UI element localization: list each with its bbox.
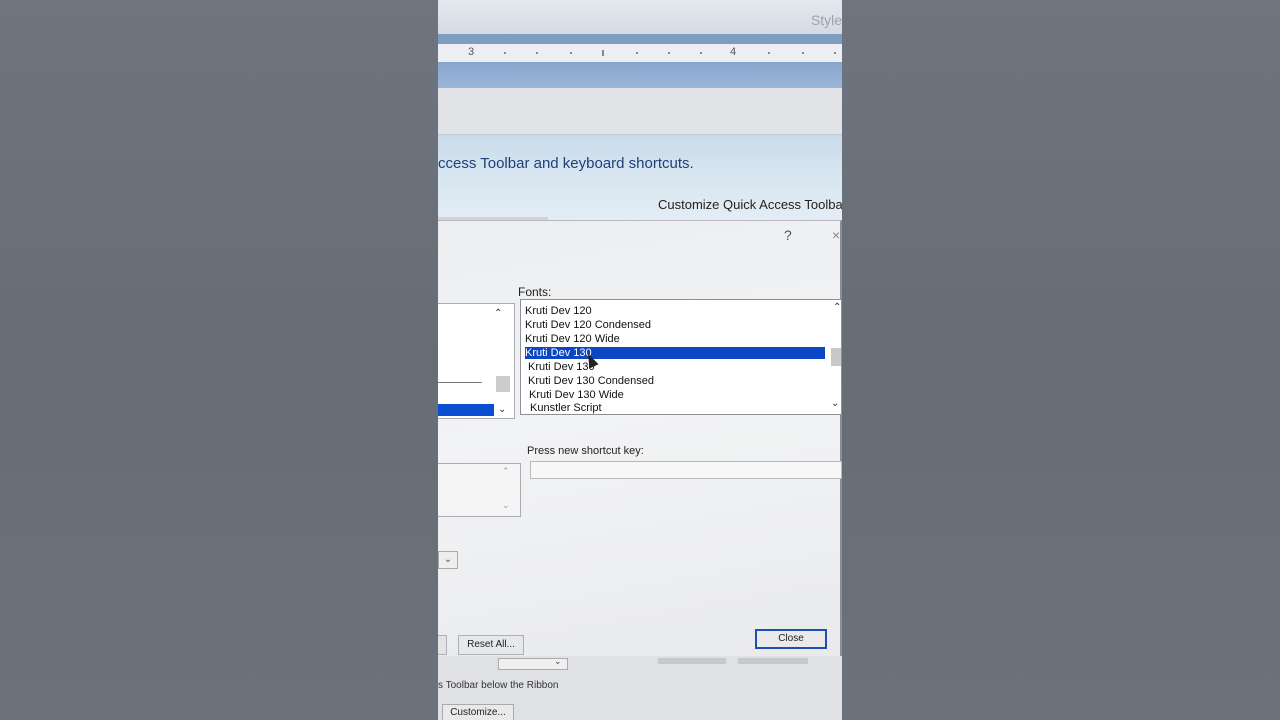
ruler-mark-4: 4: [730, 46, 737, 58]
chevron-up-icon[interactable]: ⌃: [494, 308, 502, 319]
chevron-down-icon[interactable]: ⌄: [831, 398, 839, 409]
styles-label: Style: [810, 12, 842, 28]
font-item[interactable]: Kunstler Script: [530, 402, 602, 414]
button[interactable]: [658, 658, 726, 664]
button[interactable]: [738, 658, 808, 664]
font-item[interactable]: Kruti Dev 120 Condensed: [525, 319, 651, 331]
document-area: [438, 88, 842, 134]
options-page-below: ⌄ s Toolbar below the Ribbon Customize..…: [438, 656, 842, 720]
options-banner: ccess Toolbar and keyboard shortcuts. Cu…: [438, 134, 842, 221]
ruler-mark-3: 3: [468, 46, 475, 58]
categories-list[interactable]: ⌃ ⌄: [438, 303, 515, 419]
toolbar-below-ribbon-label[interactable]: s Toolbar below the Ribbon: [438, 680, 558, 691]
banner-message: ccess Toolbar and keyboard shortcuts.: [438, 155, 694, 172]
ruler-dot: [834, 52, 836, 54]
ruler-dot: [536, 52, 538, 54]
ruler-stripe: [438, 62, 842, 88]
help-icon[interactable]: ?: [784, 227, 792, 243]
ribbon-top: Style: [438, 0, 842, 34]
screen-photo: Style 3 4 ccess Toolbar and keyboard sho…: [438, 0, 842, 720]
background-right: [842, 0, 1280, 720]
assign-button[interactable]: [438, 635, 447, 655]
font-item-selected[interactable]: Kruti Dev 130: [525, 347, 825, 359]
font-item[interactable]: Kruti Dev 130: [528, 361, 595, 373]
reset-all-button[interactable]: Reset All...: [458, 635, 524, 655]
selected-category[interactable]: [438, 404, 494, 416]
chevron-down-icon[interactable]: ⌄: [554, 656, 562, 667]
customize-qat-label[interactable]: Customize Quick Access Toolba: [658, 197, 842, 212]
ruler-dot: [768, 52, 770, 54]
customize-keyboard-dialog: ? × Fonts: ⌃ ⌄ Kruti Dev 120 Kruti Dev 1…: [438, 220, 842, 659]
chevron-up-icon[interactable]: ⌃: [833, 302, 841, 313]
chevron-down-icon[interactable]: ⌄: [498, 404, 506, 415]
background-left: [0, 0, 438, 720]
scrollbar-thumb[interactable]: [831, 348, 841, 366]
chevron-up-icon[interactable]: ⌃: [502, 466, 510, 477]
ruler-dot: [570, 52, 572, 54]
separator: [438, 382, 482, 383]
close-button[interactable]: Close: [755, 629, 827, 649]
chevron-down-icon[interactable]: ⌄: [502, 500, 510, 511]
ruler-tick: [602, 50, 604, 56]
font-item[interactable]: Kruti Dev 130 Wide: [529, 389, 624, 401]
ruler-dot: [636, 52, 638, 54]
fonts-label: Fonts:: [518, 285, 552, 299]
font-item[interactable]: Kruti Dev 130 Condensed: [528, 375, 654, 387]
ruler-dot: [700, 52, 702, 54]
press-new-shortcut-input[interactable]: [530, 461, 842, 479]
ruler-dot: [802, 52, 804, 54]
ribbon-stripe: [438, 34, 842, 44]
font-item[interactable]: Kruti Dev 120: [525, 305, 592, 317]
scrollbar-thumb[interactable]: [496, 376, 510, 392]
ruler: 3 4: [438, 44, 842, 62]
fonts-list[interactable]: Kruti Dev 120 Kruti Dev 120 Condensed Kr…: [520, 299, 842, 415]
ruler-dot: [668, 52, 670, 54]
customize-button[interactable]: Customize...: [442, 704, 514, 720]
current-keys-list[interactable]: ⌃ ⌄: [438, 463, 521, 517]
close-icon[interactable]: ×: [832, 227, 840, 243]
font-item[interactable]: Kruti Dev 120 Wide: [525, 333, 620, 345]
press-new-shortcut-label: Press new shortcut key:: [527, 445, 644, 457]
save-in-dropdown[interactable]: ⌄: [438, 551, 458, 569]
ruler-dot: [504, 52, 506, 54]
